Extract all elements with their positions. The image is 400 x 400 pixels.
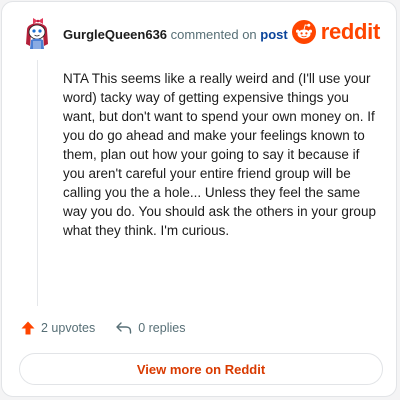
view-more-button[interactable]: View more on Reddit (19, 353, 383, 385)
upvote-count: 2 upvotes (41, 321, 96, 335)
reddit-logo-icon (291, 20, 316, 44)
comment-body: NTA This seems like a really weird and (… (63, 71, 376, 238)
comment-header: GurgleQueen636 commented on post (63, 27, 288, 42)
reply-arrow-icon (116, 322, 132, 334)
post-link[interactable]: post (260, 27, 287, 42)
username-link[interactable]: GurgleQueen636 (63, 27, 167, 42)
reply-count: 0 replies (138, 321, 186, 335)
comment-action-text: commented on (170, 27, 257, 42)
comment-stats: 2 upvotes 0 replies (20, 320, 185, 336)
reply-stat[interactable]: 0 replies (115, 320, 185, 336)
comment-embed-card: GurgleQueen636 commented on post reddit … (1, 1, 397, 397)
upvote-arrow-icon (21, 321, 35, 335)
reddit-brand[interactable]: reddit (291, 19, 381, 44)
reddit-wordmark: reddit (320, 19, 381, 44)
snoo-avatar-icon (26, 18, 48, 49)
thread-line (37, 60, 38, 306)
user-avatar[interactable] (20, 16, 54, 50)
upvote-stat[interactable]: 2 upvotes (20, 320, 95, 336)
